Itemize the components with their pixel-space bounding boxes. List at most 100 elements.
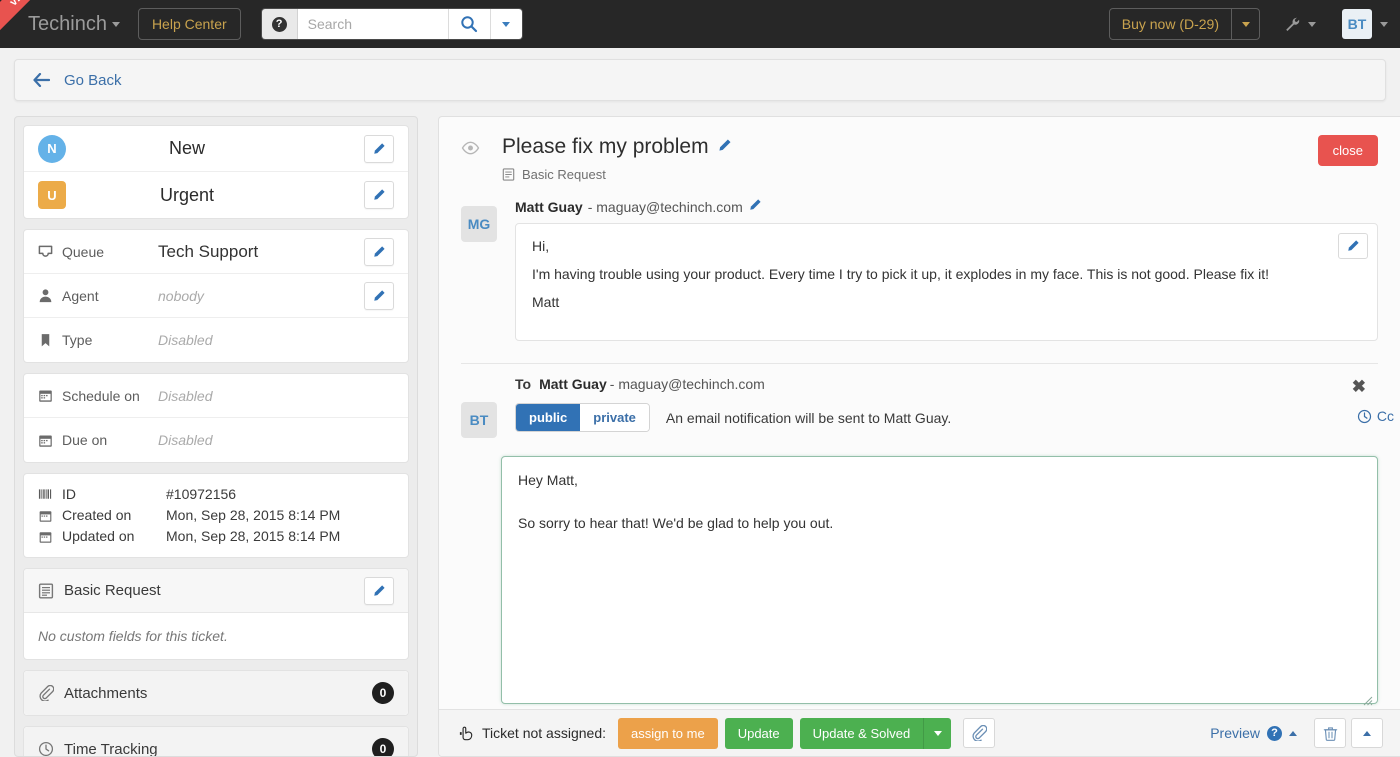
inbox-icon [38,244,53,259]
time-tracking-count-badge: 0 [372,738,394,757]
search-help-icon[interactable]: ? [262,9,298,39]
clock-icon [1357,409,1372,424]
ticket-detail-panel: Please fix my problem Basic Request clos… [438,116,1400,757]
close-ticket-button[interactable]: close [1318,135,1378,166]
field-text-agent: Agent [62,288,99,304]
pencil-icon [372,289,386,303]
meta-label-id: ID [62,484,166,505]
assignment-status: Ticket not assigned: [459,725,606,741]
attach-file-button[interactable] [963,718,995,748]
edit-author-button[interactable] [748,198,762,215]
calendar-icon [38,509,62,523]
chevron-up-icon [1289,731,1297,736]
form-icon [502,168,515,181]
custom-fields-header: Basic Request [24,569,408,613]
chevron-down-icon [112,22,120,27]
attachments-header[interactable]: Attachments 0 [24,671,408,715]
search-options-dropdown[interactable] [490,9,522,39]
field-text-queue: Queue [62,244,104,260]
meta-row-id: ID #10972156 [38,484,394,505]
form-icon [38,583,54,599]
reply-textarea-wrap [439,438,1400,709]
pencil-icon [748,198,762,212]
flag-icon [38,333,53,348]
barcode-icon [38,488,62,502]
calendar-icon [38,530,62,544]
custom-fields-title-group: Basic Request [38,582,364,599]
field-label-queue: Queue [38,244,158,260]
pencil-icon [372,188,386,202]
edit-queue-button[interactable] [364,238,394,266]
avatar: BT [461,402,497,438]
ticket-subtype: Basic Request [502,167,1318,182]
avatar[interactable]: BT [1342,9,1372,39]
ticket-meta-card: ID #10972156 Created on Mon, Sep 28, 201… [23,473,409,558]
update-and-solved-button[interactable]: Update & Solved [800,718,924,749]
status-row-new[interactable]: N New [24,126,408,172]
paperclip-icon [971,725,987,741]
assignment-card: Queue Tech Support Agent nobody [23,229,409,363]
time-tracking-card[interactable]: Time Tracking 0 [23,726,409,757]
help-center-button[interactable]: Help Center [138,8,241,40]
watch-eye-icon[interactable] [461,141,480,160]
action-bar-right: Preview ? [1210,718,1383,748]
status-row-urgent[interactable]: U Urgent [24,172,408,218]
buy-now-button[interactable]: Buy now (D-29) [1110,9,1231,39]
navbar-right-group: Buy now (D-29) BT [1109,8,1400,40]
pencil-icon [372,142,386,156]
field-row-due-on[interactable]: Due on Disabled [24,418,408,462]
field-value-due-on: Disabled [158,432,394,448]
arrow-left-icon [33,73,50,87]
pencil-icon [1346,239,1360,253]
assignment-status-label: Ticket not assigned: [482,725,606,741]
update-solved-dropdown[interactable] [923,718,951,749]
pencil-icon [717,138,732,153]
update-button[interactable]: Update [725,718,793,749]
field-row-schedule-on[interactable]: Schedule on Disabled [24,374,408,418]
preview-button[interactable]: Preview ? [1210,725,1297,741]
brand-menu[interactable]: Techinch [28,13,120,36]
search-input[interactable] [298,9,448,39]
meta-value-id: #10972156 [166,484,236,505]
time-tracking-header[interactable]: Time Tracking 0 [24,727,408,757]
trash-icon [1323,726,1338,741]
meta-label-created: Created on [62,505,166,526]
attachments-card[interactable]: Attachments 0 [23,670,409,716]
search-icon [460,15,478,33]
edit-agent-button[interactable] [364,282,394,310]
cc-label: Cc [1377,408,1394,424]
notification-text: An email notification will be sent to Ma… [666,410,951,426]
go-back-bar: Go Back [14,59,1386,101]
pencil-icon [372,584,386,598]
cc-button[interactable]: Cc [1357,408,1394,424]
close-icon[interactable]: ✖ [1352,378,1366,395]
tab-group: public private [515,403,650,432]
message-author: Matt Guay [515,199,583,215]
user-menu[interactable]: BT [1342,9,1388,39]
edit-custom-fields-button[interactable] [364,577,394,605]
message-author-email: - maguay@techinch.com [588,199,743,215]
field-row-queue[interactable]: Queue Tech Support [24,230,408,274]
edit-message-button[interactable] [1338,233,1368,259]
delete-draft-button[interactable] [1314,718,1346,748]
status-avatar-urgent: U [38,181,66,209]
status-label-new: New [66,138,364,159]
edit-status-button[interactable] [364,135,394,163]
reply-textarea[interactable] [501,456,1378,704]
message-line-2: I'm having trouble using your product. E… [532,266,1361,282]
search-submit-button[interactable] [448,9,490,39]
ticket-subtype-label: Basic Request [522,167,606,182]
go-back-button[interactable]: Go Back [33,72,122,89]
buy-now-dropdown[interactable] [1231,9,1259,39]
tab-private[interactable]: private [580,404,649,431]
edit-priority-button[interactable] [364,181,394,209]
collapse-composer-button[interactable] [1351,718,1383,748]
field-label-type: Type [38,332,158,348]
field-row-agent[interactable]: Agent nobody [24,274,408,318]
time-tracking-title: Time Tracking [64,741,158,757]
reply-recipient: To Matt Guay - maguay@techinch.com [515,376,1378,392]
edit-title-button[interactable] [717,135,732,159]
tab-public[interactable]: public [516,404,580,431]
assign-to-me-button[interactable]: assign to me [618,718,718,749]
settings-menu[interactable] [1284,16,1316,33]
